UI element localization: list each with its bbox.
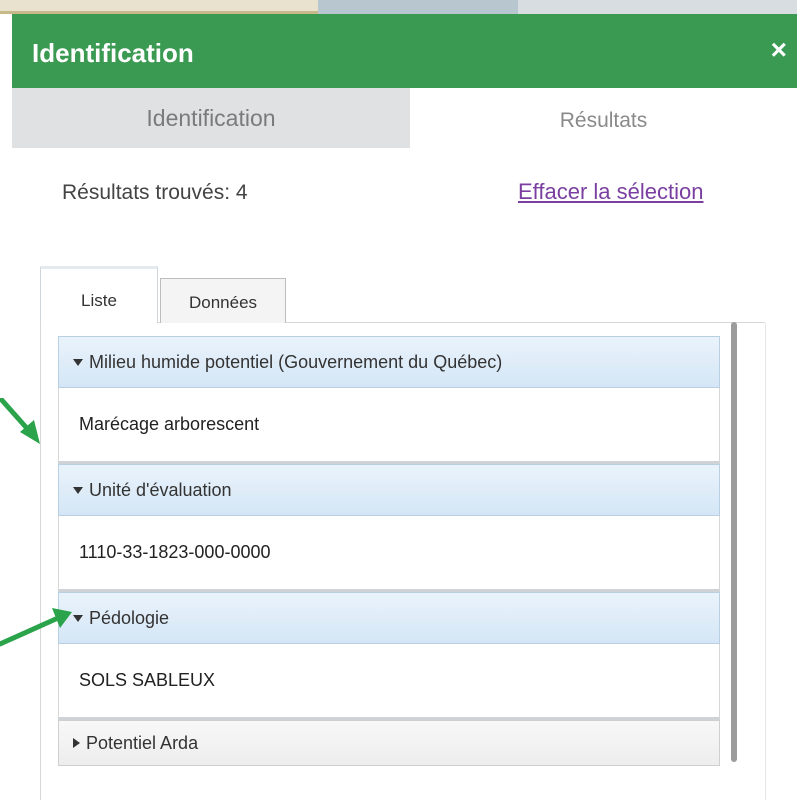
group-header-pedologie[interactable]: Pédologie [58,592,720,644]
group-header-potentiel-arda[interactable]: Potentiel Arda [58,720,720,766]
subtab-liste[interactable]: Liste [40,266,158,323]
caret-down-icon [73,614,83,622]
list-item[interactable]: SOLS SABLEUX [58,644,720,720]
panel-title: Identification [32,38,194,68]
clear-selection-link[interactable]: Effacer la sélection [518,179,703,205]
map-segment [0,0,318,14]
caret-down-icon [73,358,83,366]
group-header-label: Unité d'évaluation [89,479,232,500]
map-background-strip [0,0,797,14]
left-gutter [0,14,12,800]
group-header-label: Milieu humide potentiel (Gouvernement du… [89,351,503,372]
caret-right-icon [73,738,80,748]
map-segment [318,0,518,14]
list-scrollbar[interactable] [731,322,737,762]
list-item[interactable]: Marécage arborescent [58,388,720,464]
list-item[interactable]: 1110-33-1823-000-0000 [58,516,720,592]
group-header-milieu-humide[interactable]: Milieu humide potentiel (Gouvernement du… [58,336,720,388]
subtab-donnees[interactable]: Données [160,278,286,323]
results-list: Milieu humide potentiel (Gouvernement du… [58,336,720,766]
group-header-unite-evaluation[interactable]: Unité d'évaluation [58,464,720,516]
results-count: Résultats trouvés: 4 [62,181,248,204]
tab-identification[interactable]: Identification [12,88,410,148]
group-header-label: Pédologie [89,607,170,628]
group-header-label: Potentiel Arda [86,732,199,753]
tab-results[interactable]: Résultats [410,88,797,148]
map-segment [518,0,797,14]
close-icon[interactable]: × [771,36,787,64]
panel-titlebar: Identification × [12,14,797,88]
main-tabs: Identification Résultats [12,88,797,148]
caret-down-icon [73,486,83,494]
